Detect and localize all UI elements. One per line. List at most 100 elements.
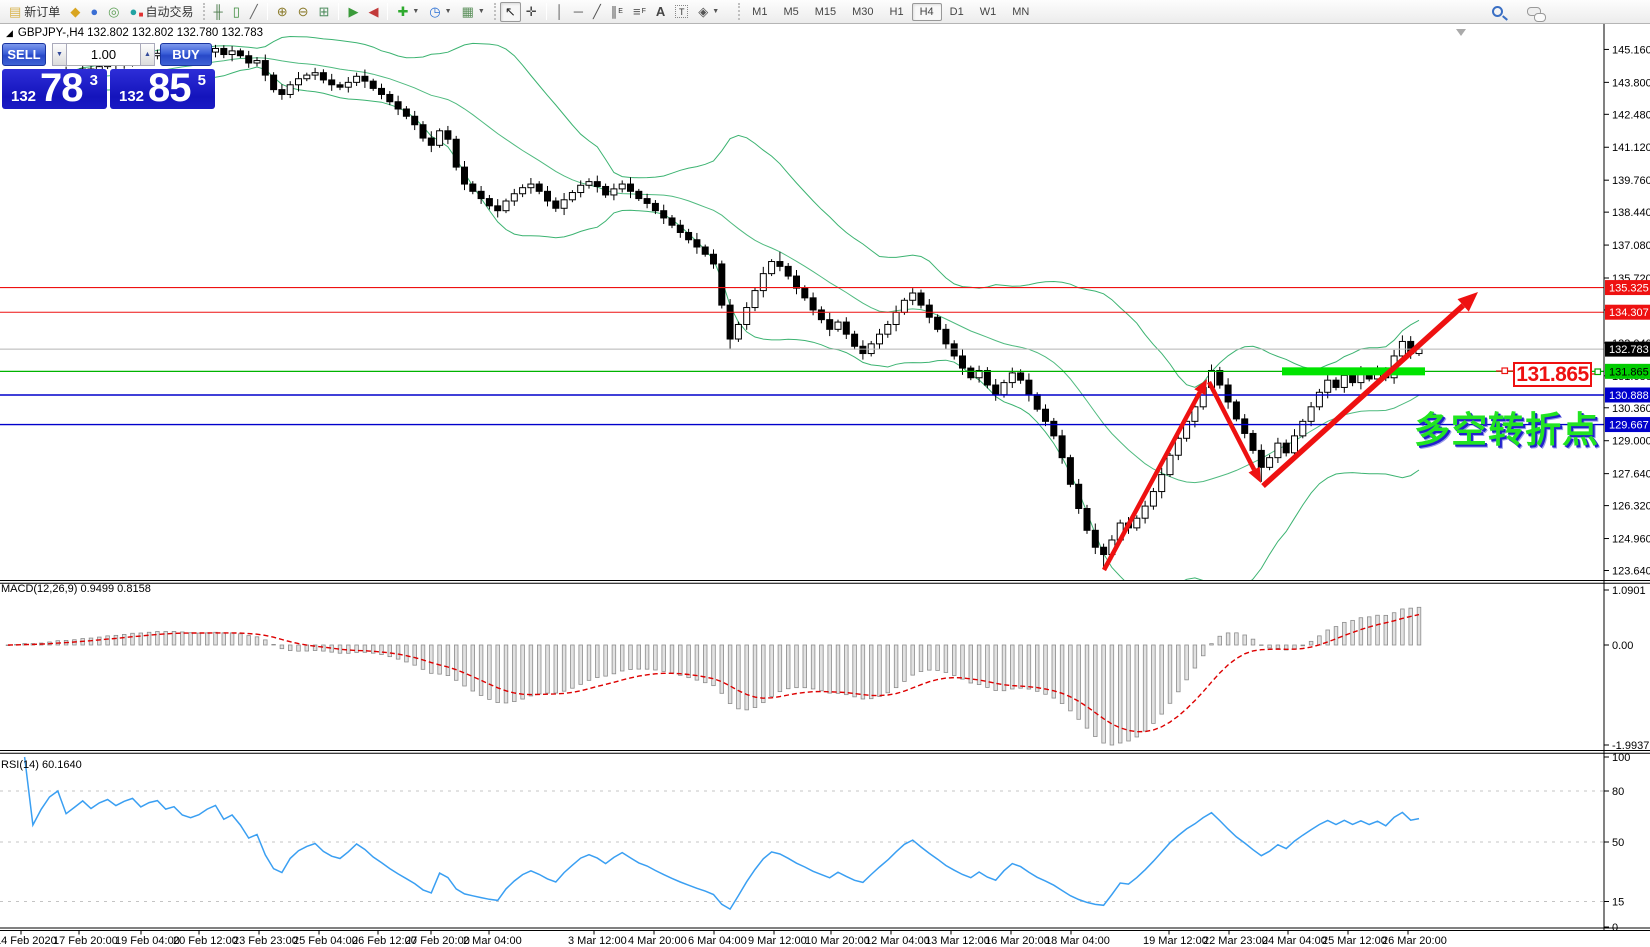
vertical-line-button[interactable]: │: [551, 2, 569, 22]
price-axis-tick-label: 124.960: [1612, 534, 1650, 546]
timeframe-M30[interactable]: M30: [844, 3, 881, 21]
tile-windows-button[interactable]: ⊞: [314, 2, 335, 22]
timeframe-M15[interactable]: M15: [807, 3, 844, 21]
timeframe-D1[interactable]: D1: [942, 3, 972, 21]
macd-histogram-bar: [521, 645, 525, 699]
macd-histogram-bar: [239, 634, 243, 645]
volume-input[interactable]: [67, 43, 140, 66]
sell-price-big: 78: [40, 69, 83, 109]
buy-price-pip: 5: [198, 72, 206, 89]
timeframe-MN[interactable]: MN: [1004, 3, 1037, 21]
support-zone-bar[interactable]: [1282, 367, 1425, 375]
sell-button[interactable]: SELL: [2, 43, 46, 66]
templates-button[interactable]: ▦ ▼: [457, 2, 490, 22]
timeframe-H1[interactable]: H1: [882, 3, 912, 21]
macd-histogram-bar: [604, 645, 608, 676]
candlestick: [329, 74, 335, 91]
line-chart-button[interactable]: ╱: [245, 2, 263, 22]
time-axis-label: 27 Feb 20:00: [405, 935, 470, 947]
macd-histogram-bar: [853, 645, 857, 697]
sell-price-display[interactable]: 132 78 3: [2, 69, 107, 109]
rsi-pane: [0, 757, 1604, 909]
price-axis-tick-label: 137.080: [1612, 240, 1650, 252]
timeframe-M1[interactable]: M1: [744, 3, 775, 21]
chat-button[interactable]: [1522, 2, 1546, 22]
signals-icon: ◎: [108, 5, 119, 18]
new-order-button[interactable]: ▤ 新订单: [4, 2, 65, 22]
toolbar-separator: [338, 3, 339, 20]
trendline-button[interactable]: ╱: [588, 2, 606, 22]
macd-histogram-bar: [222, 633, 226, 645]
trend-arrow[interactable]: [1263, 292, 1478, 486]
time-axis-label: 10 Mar 20:00: [805, 935, 870, 947]
sell-price-pip: 3: [90, 72, 98, 89]
experts-button[interactable]: ●: [85, 2, 103, 22]
trend-arrow[interactable]: [1104, 379, 1207, 570]
candlestick: [926, 299, 932, 323]
cursor-button[interactable]: ↖: [500, 2, 521, 22]
text-label-button[interactable]: T: [670, 2, 693, 22]
new-order-icon: ▤: [9, 5, 21, 18]
timeframe-W1[interactable]: W1: [972, 3, 1005, 21]
macd-histogram-bar: [147, 632, 151, 645]
candlestick: [320, 69, 326, 83]
volume-decrease-button[interactable]: ▼: [52, 43, 67, 66]
price-tag-132.783: 132.783: [1605, 342, 1650, 357]
macd-histogram-bar: [380, 645, 384, 655]
candlestick: [744, 302, 750, 330]
macd-histogram-bar: [280, 645, 284, 649]
macd-histogram-bar: [156, 631, 160, 645]
candlestick: [296, 72, 302, 92]
text-tool-button[interactable]: A: [651, 2, 670, 22]
chart-canvas[interactable]: 145.160143.800142.480141.120139.760138.4…: [0, 24, 1650, 947]
auto-scroll-button[interactable]: ▶: [343, 2, 363, 22]
gold-bars-icon: ◆: [70, 5, 80, 18]
channel-sub-label: E: [618, 8, 623, 15]
macd-histogram-bar: [438, 645, 442, 674]
candlestick: [835, 320, 841, 332]
crosshair-button[interactable]: ✛: [521, 2, 542, 22]
macd-histogram-bar: [479, 645, 483, 695]
arrows-button[interactable]: ◈ ▼: [693, 2, 724, 22]
buy-button[interactable]: BUY: [160, 43, 212, 66]
timeframe-M5[interactable]: M5: [775, 3, 806, 21]
macd-histogram-bar: [977, 645, 981, 685]
search-button[interactable]: [1487, 2, 1508, 22]
macd-histogram-bar: [778, 645, 782, 692]
market-watch-button[interactable]: ◆: [65, 2, 85, 22]
horizontal-line-icon: ─: [574, 5, 583, 18]
autotrading-label: 自动交易: [146, 3, 194, 20]
periods-button[interactable]: ◷ ▼: [424, 2, 456, 22]
macd-histogram-bar: [1127, 645, 1131, 741]
candlestick: [1009, 368, 1015, 388]
timeframe-H4[interactable]: H4: [912, 3, 942, 21]
buy-price-display[interactable]: 132 85 5: [110, 69, 215, 109]
arrows-icon: ◈: [698, 5, 708, 18]
macd-histogram-bar: [836, 645, 840, 693]
candlestick-chart-button[interactable]: ▯: [228, 2, 245, 22]
fibonacci-button[interactable]: ≡ F: [628, 2, 651, 22]
bar-chart-button[interactable]: ╫: [209, 2, 228, 22]
zoom-in-button[interactable]: ⊕: [272, 2, 293, 22]
line-anchor-marker[interactable]: [1502, 368, 1508, 374]
candlestick: [686, 229, 692, 244]
bollinger-upper-band: [25, 37, 1419, 388]
macd-histogram-bar: [272, 644, 276, 645]
zoom-out-button[interactable]: ⊖: [293, 2, 314, 22]
chart-shift-marker[interactable]: [1456, 29, 1466, 36]
time-axis-label: 25 Mar 12:00: [1322, 935, 1387, 947]
line-anchor-marker[interactable]: [1595, 369, 1601, 375]
horizontal-line-button[interactable]: ─: [569, 2, 588, 22]
volume-increase-button[interactable]: ▲: [140, 43, 155, 66]
chart-shift-button[interactable]: ◀: [363, 2, 383, 22]
candlestick: [453, 136, 459, 171]
candlestick: [785, 263, 791, 279]
autotrading-button[interactable]: ●■ 自动交易: [125, 2, 199, 22]
candlestick: [1316, 389, 1322, 410]
price-axis-tick-label: 130.360: [1612, 403, 1650, 415]
signals-button[interactable]: ◎: [103, 2, 124, 22]
channel-button[interactable]: ∥ E: [606, 2, 628, 22]
macd-pane: [6, 607, 1421, 745]
candlestick: [495, 199, 501, 217]
indicators-button[interactable]: ✚ ▼: [392, 2, 424, 22]
